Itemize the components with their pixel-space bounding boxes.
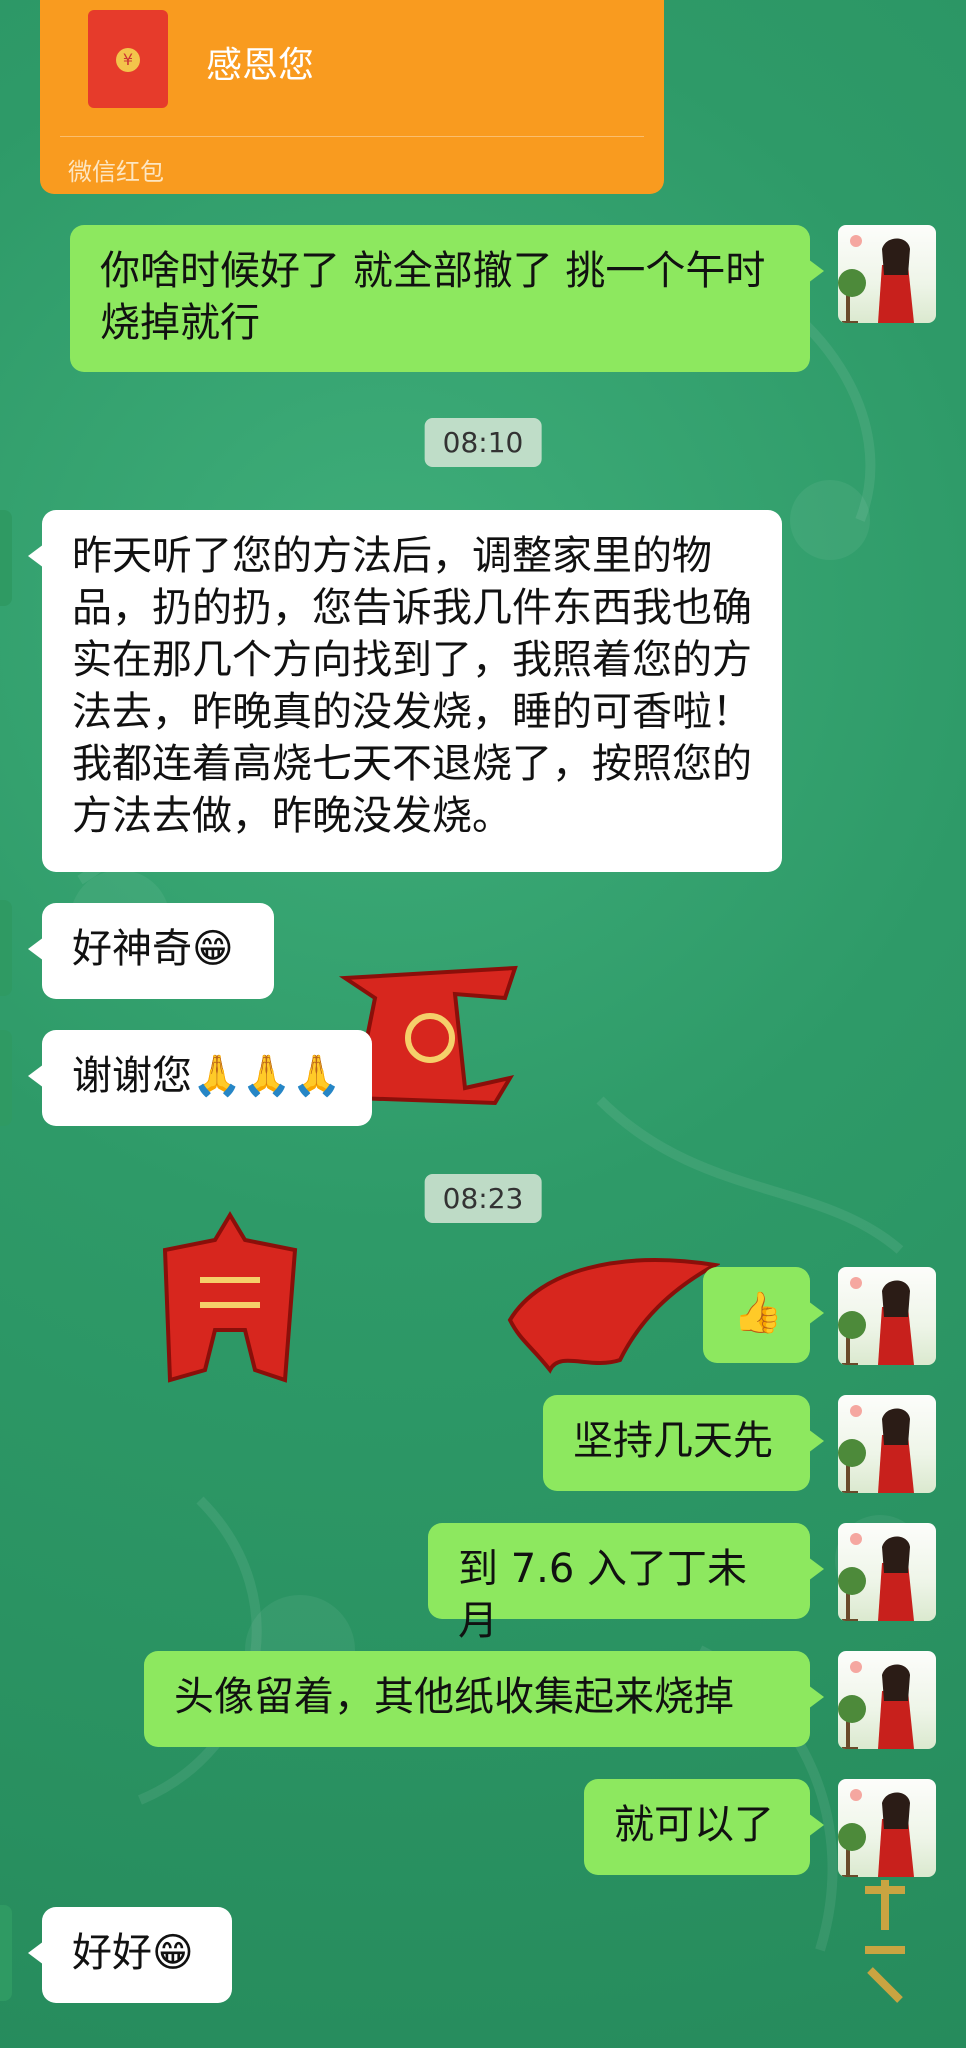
message-text: 就可以了 <box>614 1802 774 1848</box>
red-seal-decoration-2 <box>162 1211 298 1383</box>
message-text: 好神奇😁 <box>72 926 234 972</box>
message-bubble-right[interactable]: 👍 <box>703 1267 824 1363</box>
left-avatar-edge <box>0 510 12 606</box>
message-text: 到 7.6 入了丁未月 <box>458 1546 748 1644</box>
message-bubble-right[interactable]: 到 7.6 入了丁未月 <box>428 1523 824 1644</box>
red-packet-title: 感恩您 <box>206 45 315 86</box>
avatar[interactable] <box>838 1651 936 1749</box>
message-text: 👍 <box>733 1290 783 1336</box>
left-avatar-edge <box>0 1905 12 2001</box>
red-packet-divider <box>60 136 644 137</box>
message-bubble-right[interactable]: 就可以了 <box>584 1779 824 1875</box>
message-bubble-left[interactable]: 好好😁 <box>28 1907 232 2003</box>
timestamp: 08:10 <box>424 418 542 467</box>
message-text: 坚持几天先 <box>573 1418 773 1464</box>
message-text: 昨天听了您的方法后，调整家里的物品，扔的扔，您告诉我几件东西我也确实在那几个方向… <box>72 533 752 839</box>
red-packet-card[interactable]: ¥ 感恩您 微信红包 <box>40 0 664 194</box>
avatar[interactable] <box>838 1523 936 1621</box>
red-seal-decoration-3 <box>507 1258 720 1374</box>
avatar[interactable] <box>838 1267 936 1365</box>
message-text: 你啥时候好了 就全部撤了 挑一个午时 烧掉就行 <box>100 248 766 346</box>
gold-calligraphy-decoration <box>855 1870 915 2010</box>
left-avatar-edge <box>0 1030 12 1126</box>
message-bubble-right[interactable]: 你啥时候好了 就全部撤了 挑一个午时 烧掉就行 <box>70 225 824 372</box>
avatar[interactable] <box>838 1779 936 1877</box>
message-bubble-left[interactable]: 昨天听了您的方法后，调整家里的物品，扔的扔，您告诉我几件东西我也确实在那几个方向… <box>28 510 782 872</box>
message-bubble-left[interactable]: 好神奇😁 <box>28 903 274 999</box>
left-avatar-edge <box>0 900 12 996</box>
avatar[interactable] <box>838 225 936 323</box>
message-bubble-right[interactable]: 头像留着，其他纸收集起来烧掉 <box>144 1651 824 1747</box>
message-text: 好好😁 <box>72 1930 194 1976</box>
message-text: 头像留着，其他纸收集起来烧掉 <box>174 1674 734 1720</box>
timestamp: 08:23 <box>424 1174 542 1223</box>
message-text: 谢谢您🙏🙏🙏 <box>72 1053 342 1099</box>
avatar[interactable] <box>838 1395 936 1493</box>
red-packet-label: 微信红包 <box>68 158 164 186</box>
message-bubble-right[interactable]: 坚持几天先 <box>543 1395 824 1491</box>
red-packet-icon: ¥ <box>88 10 168 108</box>
message-bubble-left[interactable]: 谢谢您🙏🙏🙏 <box>28 1030 372 1126</box>
